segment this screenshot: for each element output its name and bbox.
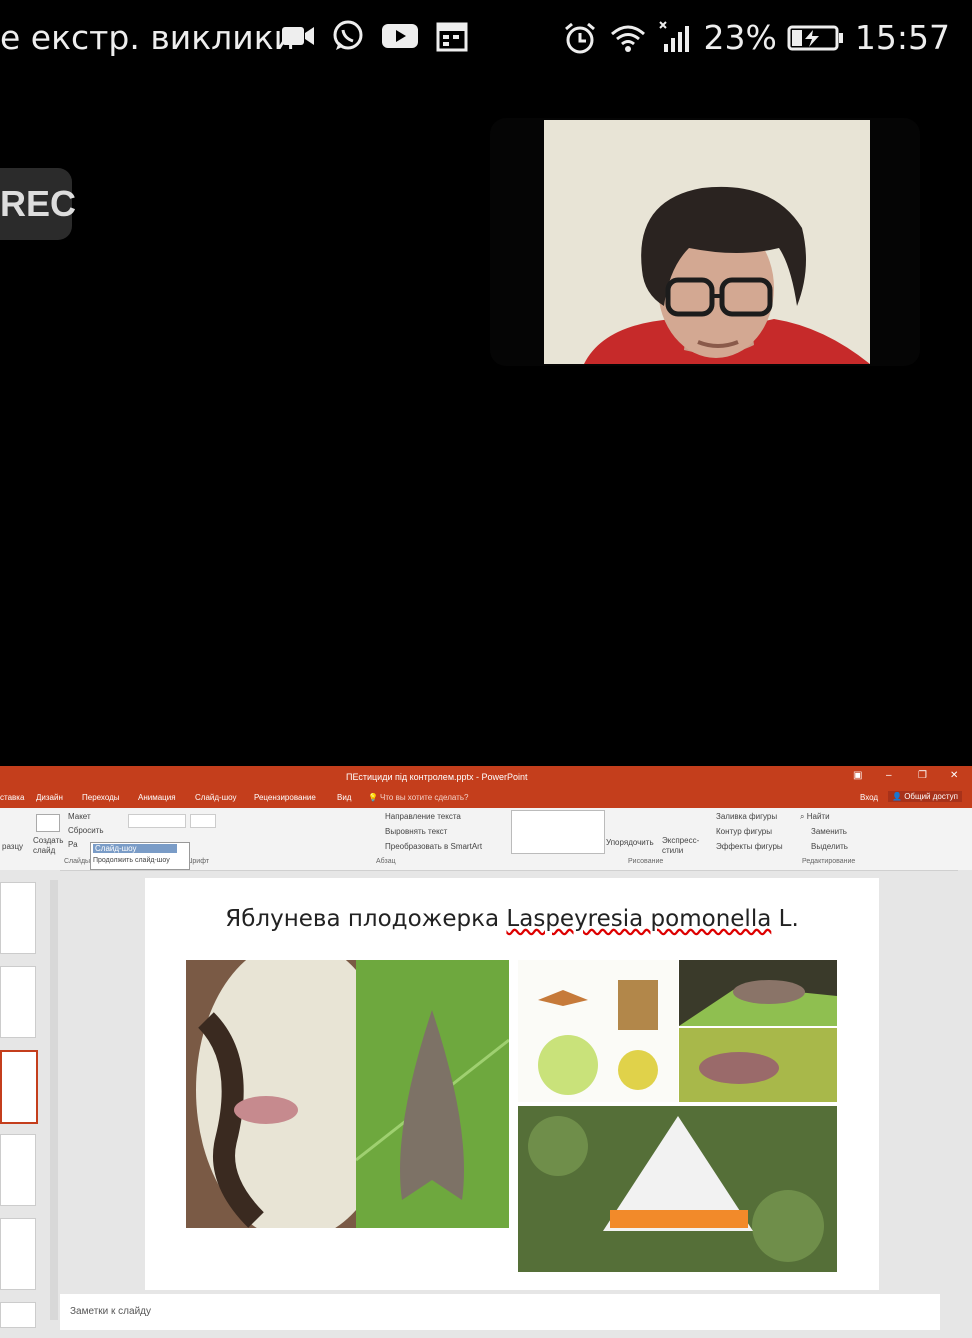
- status-bar: е екстр. виклики 23% 15:57: [0, 0, 972, 76]
- align-text-button[interactable]: Выровнять текст: [385, 827, 447, 836]
- share-button[interactable]: 👤 Общий доступ: [888, 791, 962, 802]
- font-size-input[interactable]: [190, 814, 216, 828]
- moth-on-leaf-photo: [356, 960, 509, 1228]
- signal-icon: [658, 20, 689, 52]
- shapes-gallery[interactable]: [511, 810, 605, 854]
- ribbon-display-icon[interactable]: ▣: [853, 770, 862, 781]
- group-editing-label: Редактирование: [802, 858, 856, 865]
- participant-image: [544, 120, 870, 364]
- tab-design[interactable]: Дизайн: [36, 793, 63, 802]
- ribbon: разцу Создать слайд Макет Сбросить Ра Сл…: [0, 808, 972, 871]
- slide-thumbnail[interactable]: [0, 1302, 36, 1328]
- pheromone-trap-photo: [518, 1106, 837, 1272]
- ppt-status-bar: [0, 1330, 972, 1338]
- pupa-photo: [679, 1028, 837, 1102]
- window-title: ПЕстициди під контролем.pptx - PowerPoin…: [346, 772, 528, 782]
- smartart-button[interactable]: Преобразовать в SmartArt: [385, 842, 482, 851]
- slide-thumbnail[interactable]: [0, 1218, 36, 1290]
- group-drawing-label: Рисование: [628, 858, 664, 865]
- find-button[interactable]: ⌕ Найти: [800, 812, 830, 822]
- minimize-icon[interactable]: –: [886, 770, 892, 781]
- tab-slideshow[interactable]: Слайд-шоу: [195, 793, 236, 802]
- shape-effects-button[interactable]: Эффекты фигуры: [716, 842, 783, 851]
- group-paragraph-label: Абзац: [376, 858, 396, 865]
- notes-placeholder: Заметки к слайду: [70, 1306, 151, 1317]
- larva-in-apple-photo: [186, 960, 356, 1228]
- font-name-input[interactable]: [128, 814, 186, 828]
- slide-thumbnail-active[interactable]: [0, 1050, 38, 1124]
- slide-canvas[interactable]: Яблунева плодожерка Laspeyresia pomonell…: [145, 878, 879, 1290]
- select-button[interactable]: Выделить: [811, 842, 848, 851]
- youtube-icon: [382, 24, 418, 48]
- group-slides-label: Слайды: [64, 858, 91, 865]
- arrange-button[interactable]: Упорядочить: [606, 838, 654, 847]
- wifi-icon: [610, 25, 645, 52]
- slide-thumbnail[interactable]: [0, 1134, 36, 1206]
- lightbulb-icon: 💡: [368, 793, 378, 802]
- shape-fill-button[interactable]: Заливка фигуры: [716, 812, 777, 821]
- slide-title-scientific-name: Laspeyresia pomonella: [506, 906, 772, 932]
- battery-charging-icon: [787, 25, 843, 50]
- video-camera-icon: [282, 27, 314, 45]
- tab-animation[interactable]: Анимация: [138, 793, 176, 802]
- slide-vertical-scrollbar[interactable]: [958, 870, 972, 1330]
- life-cycle-illustration: [518, 960, 678, 1102]
- ppt-title-bar: ПЕстициди під контролем.pptx - PowerPoin…: [0, 766, 972, 788]
- slide-thumbnail[interactable]: [0, 882, 36, 954]
- person-icon: 👤: [892, 792, 902, 801]
- participant-video: [544, 120, 870, 364]
- tab-review[interactable]: Рецензирование: [254, 793, 316, 802]
- battery-percent: 23%: [703, 18, 777, 57]
- sign-in-link[interactable]: Вход: [860, 793, 878, 802]
- thumbnails-scrollbar[interactable]: [50, 880, 58, 1320]
- whatsapp-icon: [333, 20, 363, 50]
- replace-button[interactable]: Заменить: [811, 827, 847, 836]
- search-icon: ⌕: [800, 812, 805, 821]
- powerpoint-window: ПЕстициди під контролем.pptx - PowerPoin…: [0, 766, 972, 1338]
- call-status-text: е екстр. виклики: [0, 18, 296, 57]
- tooltip-title: Слайд-шоу: [93, 844, 177, 853]
- tooltip-continue-slideshow[interactable]: Продолжить слайд-шоу: [93, 857, 170, 864]
- slide-thumbnail[interactable]: [0, 966, 36, 1038]
- calendar-icon: [436, 22, 468, 52]
- tab-transitions[interactable]: Переходы: [82, 793, 120, 802]
- by-sample-label: разцу: [2, 842, 24, 851]
- restore-icon[interactable]: ❐: [918, 770, 927, 781]
- tooltip: Слайд-шоу Продолжить слайд-шоу: [90, 842, 190, 870]
- alarm-icon: [564, 22, 595, 53]
- section-button[interactable]: Ра: [68, 840, 78, 849]
- rec-badge: REC: [0, 168, 76, 240]
- tab-view[interactable]: Вид: [337, 793, 351, 802]
- text-direction-button[interactable]: Направление текста: [385, 812, 461, 821]
- notes-pane[interactable]: Заметки к слайду: [60, 1294, 940, 1330]
- reset-button[interactable]: Сбросить: [68, 826, 104, 835]
- tab-insert[interactable]: ставка: [0, 793, 24, 802]
- layout-button[interactable]: Макет: [68, 812, 91, 821]
- ribbon-tabs: ставка Дизайн Переходы Анимация Слайд-шо…: [0, 788, 972, 808]
- slide-title[interactable]: Яблунева плодожерка Laspeyresia pomonell…: [145, 906, 879, 932]
- clock-time: 15:57: [854, 18, 950, 57]
- larva-on-leaf-photo: [679, 960, 837, 1026]
- quick-styles-button[interactable]: Экспресс-стили: [662, 836, 702, 856]
- new-slide-icon[interactable]: [36, 814, 60, 832]
- new-slide-button[interactable]: Создать слайд: [33, 836, 67, 856]
- close-icon[interactable]: ✕: [950, 770, 958, 781]
- tell-me-input[interactable]: Что вы хотите сделать?: [380, 793, 468, 802]
- slide-thumbnails-pane: [0, 870, 60, 1330]
- shape-outline-button[interactable]: Контур фигуры: [716, 827, 772, 836]
